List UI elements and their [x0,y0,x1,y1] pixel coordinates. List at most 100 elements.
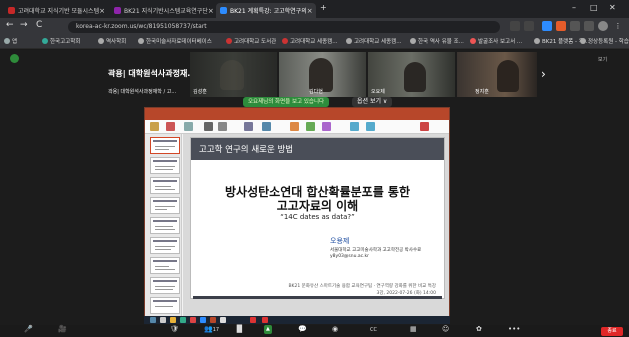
participant-video [309,58,333,92]
app-icon[interactable] [190,317,196,323]
slide-thumbnail[interactable] [150,257,180,274]
chrome-app-icon[interactable] [220,317,226,323]
powerpoint-app-icon[interactable] [210,317,216,323]
start-icon[interactable] [150,317,156,323]
app-icon[interactable] [180,317,186,323]
designer-icon[interactable] [420,122,429,131]
participants-count: 17 [212,327,220,333]
slide-title-line2: 고고자료의 이해 [276,199,359,213]
participant-tile[interactable]: 오요제 [368,52,455,97]
puzzle-icon[interactable] [570,21,580,31]
window-close-icon[interactable]: ✕ [609,3,616,12]
app-icon[interactable] [250,317,256,323]
bookmark-icon [346,38,352,44]
folder-icon[interactable] [170,317,176,323]
view-toggle[interactable]: 보기 [598,56,607,63]
paragraph-icon[interactable] [244,122,253,131]
more-button[interactable]: ••• [508,325,520,333]
closed-caption-button[interactable]: CC [370,327,377,333]
bookmark-icon [410,38,416,44]
mute-button[interactable]: 🎤 [24,325,33,333]
participant-tile[interactable]: 정지훈 [457,52,537,97]
replace-icon[interactable] [366,122,375,131]
menu-icon[interactable]: ⋮ [613,21,623,31]
url-input[interactable]: korea-ac-kr.zoom.us/wc/81951058737/start [68,21,500,33]
search-icon[interactable] [160,317,166,323]
bold-icon[interactable] [218,122,227,131]
slide-thumbnail[interactable] [150,297,180,314]
align-icon[interactable] [262,122,271,131]
bookmark-item[interactable]: 한국고고학회 [42,37,80,45]
font-icon[interactable] [204,122,213,131]
bookmark-item[interactable]: 앱 [4,37,17,45]
bookmark-icon [42,38,48,44]
star-icon[interactable] [524,21,534,31]
slide-thumbnail[interactable] [150,137,180,154]
shapes-icon[interactable] [290,122,299,131]
bookmark-item[interactable]: 정상등록원 - 학습... [580,37,629,45]
extension-icon[interactable] [542,21,552,31]
extension-icon[interactable] [556,21,566,31]
tab-close-icon[interactable]: × [99,7,105,15]
security-button[interactable]: 🛡 [170,325,179,333]
participants-icon: 👥 [204,325,213,333]
chat-button[interactable]: 💬 [298,325,307,333]
bookmark-item[interactable]: 고려대학교 도서관 [226,37,276,45]
polls-button[interactable]: ▐▌ [234,325,245,333]
layout-icon[interactable] [184,122,193,131]
find-icon[interactable] [350,122,359,131]
sidepanel-icon[interactable] [584,21,594,31]
participants-button[interactable]: 👥17 [204,325,219,333]
slide-thumbnail[interactable] [150,197,180,214]
video-button[interactable]: 🎥 [58,325,67,333]
security-shield-icon[interactable] [10,54,19,63]
slide-thumbnail[interactable] [150,217,180,234]
next-participants-arrow-icon[interactable]: › [541,67,546,81]
tab-close-icon[interactable]: × [307,7,313,15]
paste-icon[interactable] [150,122,159,131]
tab-close-icon[interactable]: × [208,7,214,15]
tab-1[interactable]: 고려대학교 지식기반 모듈시스템 × [4,3,108,18]
maximize-icon[interactable]: □ [590,3,598,12]
slide-thumbnail[interactable] [150,177,180,194]
reactions-button[interactable]: ☺ [442,325,449,333]
minimize-icon[interactable]: – [572,3,576,12]
end-meeting-button[interactable]: 종료 [601,327,623,336]
reload-icon[interactable]: C [36,20,42,30]
bookmark-item[interactable]: 발굴조사 보고서 ... [470,37,522,45]
tab-3[interactable]: BK21 계획특강: 고고학연구의 × [216,3,316,18]
participant-tile[interactable]: 김다현 [279,52,366,97]
share-screen-button[interactable]: ▲ [264,325,272,334]
zoom-app-icon[interactable] [200,317,206,323]
back-icon[interactable]: ← [6,20,14,30]
slide-footer-event: BK21 문화유산 스마트기술 융합 교육연구팀 · 연구역량 강화를 위한 비… [288,284,436,289]
slide-thumbnail[interactable] [150,237,180,254]
new-slide-icon[interactable] [166,122,175,131]
bookmark-item[interactable]: 한국 역사 유물 조... [410,37,464,45]
bookmark-item[interactable]: 고려대학교 세종캠... [282,37,337,45]
slide-affiliation: 서울대학교 고고미술사학과 고고학전공 박사수료 [330,248,422,253]
quick-styles-icon[interactable] [322,122,331,131]
participant-tile-name: 곽용| 대학원석사과정재... [108,69,197,78]
slide-thumbnail[interactable] [150,277,180,294]
new-tab-button[interactable]: + [320,3,327,12]
bookmark-icon [282,38,288,44]
bookmark-icon [138,38,144,44]
bookmark-item[interactable]: 역사학회 [98,37,126,45]
bookmark-item[interactable]: 고려대학교 세종캠... [346,37,401,45]
app-icon[interactable] [262,317,268,323]
tab-favicon-icon [8,7,15,14]
breakout-rooms-button[interactable]: ▦ [410,325,417,333]
arrange-icon[interactable] [306,122,315,131]
participant-tile[interactable]: 김성훈 [190,52,277,97]
view-options-button[interactable]: 옵션 보기 ∨ [352,97,393,107]
forward-icon[interactable]: → [20,20,28,30]
profile-avatar[interactable] [598,21,608,31]
bookmark-item[interactable]: 한국미술사자료데이터베이스 [138,37,212,45]
tab-2[interactable]: BK21 지식기반시스템교육연구단 × [110,3,214,18]
slide-thumbnail[interactable] [150,157,180,174]
slide-author: 오용제 [330,237,350,245]
record-button[interactable]: ◉ [332,325,338,333]
apps-button[interactable]: ✿ [476,325,482,333]
share-icon[interactable] [510,21,520,31]
